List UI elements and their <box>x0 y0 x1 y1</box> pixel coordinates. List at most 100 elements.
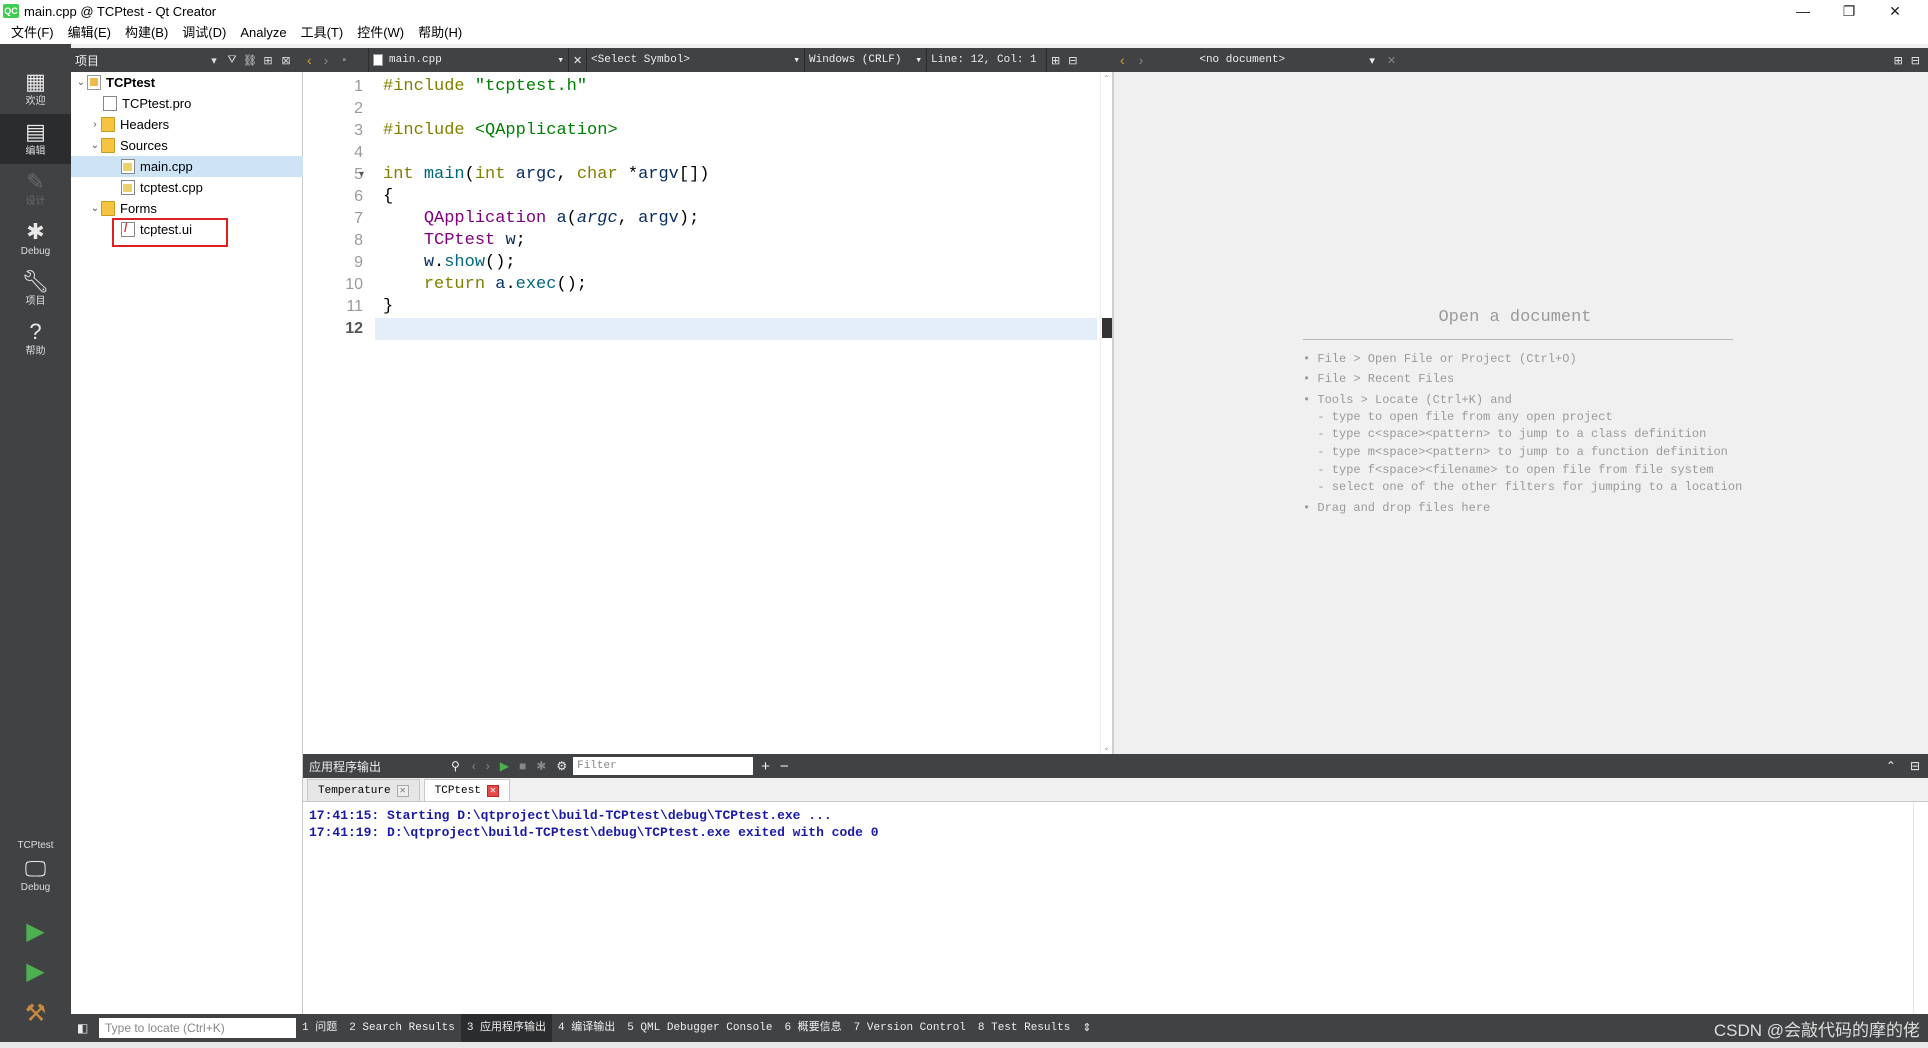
locator-input[interactable]: Type to locate (Ctrl+K) <box>99 1018 296 1038</box>
cpp-file-icon <box>121 159 135 174</box>
back-arrow-icon[interactable]: ‹ <box>1120 52 1125 68</box>
mode-help[interactable]: ? 帮助 <box>0 314 71 364</box>
mode-projects[interactable]: 🔧︎ 项目 <box>0 264 71 314</box>
output-scrollbar[interactable] <box>1913 802 1928 1014</box>
zoom-in-icon[interactable]: + <box>761 758 770 775</box>
forward-arrow-icon[interactable]: › <box>1139 52 1144 68</box>
open-documents-combo[interactable]: main.cpp ▾ <box>369 48 569 72</box>
dropdown-icon[interactable]: ▾ <box>205 54 223 67</box>
menu-debug[interactable]: 调试(D) <box>175 22 233 44</box>
mode-edit[interactable]: ▤ 编辑 <box>0 114 71 164</box>
menu-file[interactable]: 文件(F) <box>4 22 61 44</box>
toggle-sidebar-icon[interactable]: ◧ <box>77 1021 88 1035</box>
editor-scrollbar[interactable]: ⌃ ⌄ <box>1100 72 1112 754</box>
tab-compile-output[interactable]: 4 编译输出 <box>552 1014 621 1042</box>
build-button[interactable]: ⚒ <box>0 996 71 1032</box>
close-tab-icon[interactable]: ✕ <box>486 784 499 797</box>
dropdown-icon[interactable]: ▾ <box>1369 54 1375 67</box>
settings-gear-icon[interactable]: ⚙ <box>556 759 567 773</box>
close-pane-icon[interactable]: ⊟ <box>1910 759 1920 773</box>
cursor-position[interactable]: Line: 12, Col: 1 <box>927 48 1047 72</box>
rerun-icon[interactable]: ▶ <box>500 759 509 773</box>
split-icon[interactable]: ⊞ <box>1894 54 1903 67</box>
attach-debugger-icon[interactable]: ✱ <box>536 759 546 773</box>
tab-qml-debugger-console[interactable]: 5 QML Debugger Console <box>621 1014 778 1042</box>
tab-general-messages[interactable]: 6 概要信息 <box>778 1014 847 1042</box>
menu-help[interactable]: 帮助(H) <box>411 22 469 44</box>
tab-temperature[interactable]: Temperature ✕ <box>307 779 420 801</box>
collapsed-arrow-icon[interactable]: › <box>89 119 101 130</box>
tree-item-profile[interactable]: TCPtest.pro <box>71 93 303 114</box>
menu-edit[interactable]: 编辑(E) <box>61 22 118 44</box>
line-ending-combo[interactable]: Windows (CRLF) ▾ <box>805 48 927 72</box>
mode-design[interactable]: ✎ 设计 <box>0 164 71 214</box>
target-project-label: TCPtest <box>17 840 54 851</box>
expanded-arrow-icon[interactable]: ⌄ <box>89 140 101 151</box>
symbol-label: <Select Symbol> <box>591 54 691 66</box>
scrollbar-handle[interactable] <box>1102 318 1112 338</box>
close-tab-icon[interactable]: ✕ <box>396 784 409 797</box>
scroll-up-icon[interactable]: ⌃ <box>1103 74 1110 83</box>
tree-item-headers[interactable]: › Headers <box>71 114 303 135</box>
more-tabs-icon[interactable]: ⇕ <box>1076 1014 1097 1042</box>
code-text[interactable]: #include "tcptest.h" #include <QApplicat… <box>375 72 1100 754</box>
hint-line: • Tools > Locate (Ctrl+K) and <box>1303 393 1512 407</box>
close-split-icon[interactable]: ⊟ <box>1911 54 1920 67</box>
project-view-selector[interactable]: 项目 <box>75 52 205 69</box>
close-button[interactable]: ✕ <box>1872 0 1918 22</box>
target-selector[interactable]: 🖵︎ Debug <box>0 856 71 893</box>
lock-icon: ▪ <box>342 54 347 66</box>
debug-run-button[interactable]: ▶ <box>0 954 71 990</box>
restore-button[interactable]: ❐ <box>1826 0 1872 22</box>
code-editor[interactable]: 1 2 3 4 5 6 7 8 9 10 11 12 ▾ #include "t… <box>303 72 1112 754</box>
tree-item-sources[interactable]: ⌄ Sources <box>71 135 303 156</box>
minimize-button[interactable]: — <box>1780 0 1826 22</box>
tab-test-results[interactable]: 8 Test Results <box>972 1014 1076 1042</box>
close-document-button[interactable]: ✕ <box>569 48 587 72</box>
line-number-gutter: 1 2 3 4 5 6 7 8 9 10 11 12 ▾ <box>303 72 375 754</box>
expanded-arrow-icon[interactable]: ⌄ <box>89 203 101 214</box>
mode-label: 编辑 <box>25 146 46 157</box>
output-filter-input[interactable]: Filter <box>573 757 754 775</box>
attach-icon[interactable]: ⚲ <box>451 759 460 773</box>
tab-version-control[interactable]: 7 Version Control <box>848 1014 972 1042</box>
zoom-out-icon[interactable]: − <box>780 758 789 775</box>
forward-arrow-icon[interactable]: › <box>486 759 490 773</box>
back-arrow-icon[interactable]: ‹ <box>307 52 312 68</box>
tree-item-forms[interactable]: ⌄ Forms <box>71 198 303 219</box>
tree-item-main-cpp[interactable]: main.cpp <box>71 156 303 177</box>
back-arrow-icon[interactable]: ‹ <box>472 759 476 773</box>
filter-icon[interactable]: ⛛ <box>223 54 241 67</box>
run-button[interactable]: ▶ <box>0 914 71 950</box>
link-icon[interactable]: ⛓ <box>241 54 259 67</box>
stop-icon[interactable]: ■ <box>519 759 526 773</box>
edit-icon: ▤ <box>25 119 46 144</box>
tab-tcptest[interactable]: TCPtest ✕ <box>423 779 510 801</box>
close-split-icon[interactable]: ⊟ <box>1068 54 1077 67</box>
tab-search-results[interactable]: 2 Search Results <box>343 1014 461 1042</box>
forward-arrow-icon[interactable]: › <box>324 52 329 68</box>
tree-item-tcptest-cpp[interactable]: tcptest.cpp <box>71 177 303 198</box>
application-output[interactable]: 17:41:15: Starting D:\qtproject\build-TC… <box>303 802 1913 1014</box>
menu-analyze[interactable]: Analyze <box>233 22 293 44</box>
document-combo[interactable]: <no document> <box>1199 54 1369 66</box>
scroll-down-icon[interactable]: ⌄ <box>1103 743 1110 752</box>
menu-tools[interactable]: 工具(T) <box>294 22 351 44</box>
split-icon[interactable]: ⊞ <box>259 54 277 67</box>
fold-arrow-icon[interactable]: ▾ <box>359 169 364 180</box>
symbol-combo[interactable]: <Select Symbol> ▾ <box>587 48 805 72</box>
menu-widgets[interactable]: 控件(W) <box>350 22 411 44</box>
tab-issues[interactable]: 1 问题 <box>296 1014 343 1042</box>
close-panel-icon[interactable]: ⊠ <box>277 54 295 67</box>
output-line: 17:41:15: Starting D:\qtproject\build-TC… <box>309 808 832 823</box>
close-icon[interactable]: ✕ <box>1387 54 1396 67</box>
menu-build[interactable]: 构建(B) <box>118 22 175 44</box>
maximize-pane-icon[interactable]: ⌃ <box>1886 759 1896 773</box>
tab-application-output[interactable]: 3 应用程序输出 <box>460 1014 553 1042</box>
mode-welcome[interactable]: ▦ 欢迎 <box>0 64 71 114</box>
expanded-arrow-icon[interactable]: ⌄ <box>75 77 87 88</box>
tree-item-project[interactable]: ⌄ TCPtest <box>71 72 303 93</box>
folder-icon <box>101 201 115 216</box>
mode-debug[interactable]: ✱ Debug <box>0 214 71 264</box>
split-icon[interactable]: ⊞ <box>1051 54 1060 67</box>
